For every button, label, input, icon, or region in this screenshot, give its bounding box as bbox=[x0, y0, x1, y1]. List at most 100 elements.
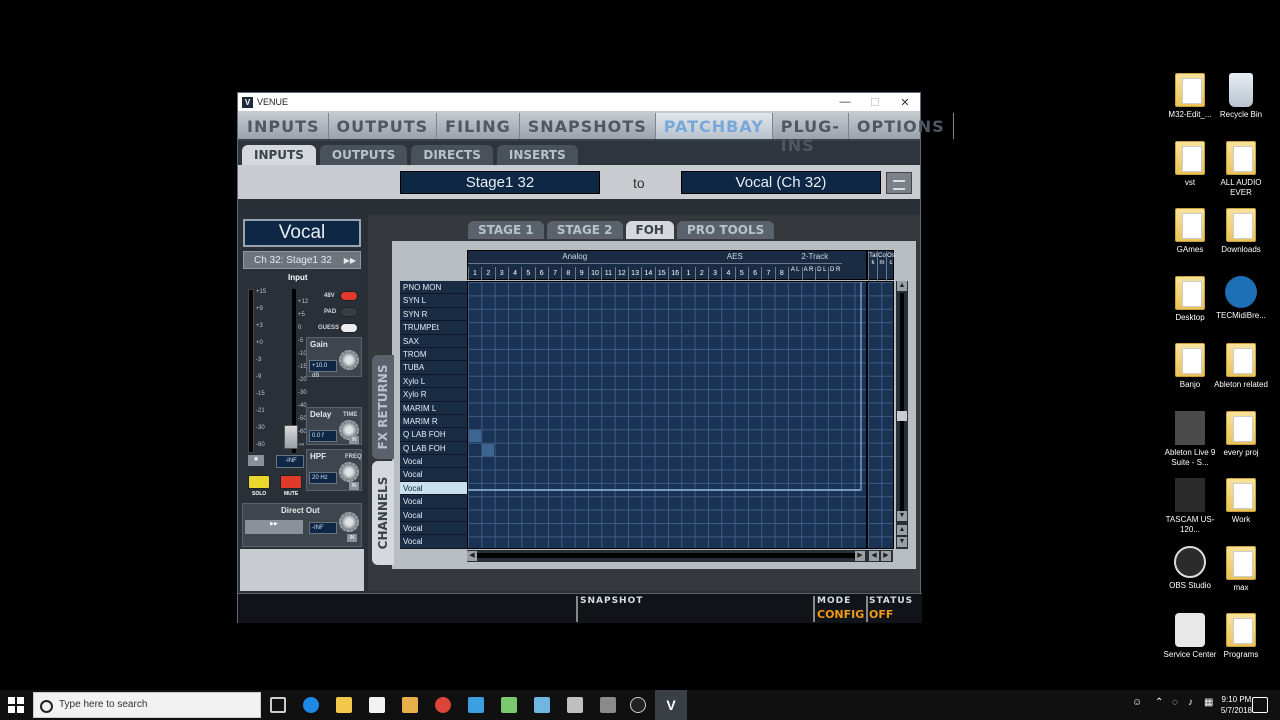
window-app-icon[interactable] bbox=[534, 697, 550, 713]
obs-taskbar-icon[interactable] bbox=[630, 697, 646, 713]
column-number[interactable]: 12 bbox=[614, 267, 628, 280]
row-label[interactable]: Q LAB FOH bbox=[400, 441, 467, 456]
scroll-left-icon[interactable]: ◀ bbox=[467, 551, 477, 561]
row-label[interactable]: Vocal bbox=[400, 481, 467, 496]
column-number[interactable]: 4 bbox=[721, 267, 734, 280]
column-number[interactable]: 1 bbox=[468, 267, 481, 280]
solo-button[interactable] bbox=[248, 475, 270, 489]
column-number[interactable]: 8 bbox=[774, 267, 788, 280]
row-label[interactable]: Xylo R bbox=[400, 388, 467, 402]
column-number[interactable]: 14 bbox=[641, 267, 654, 280]
hpf-in-button[interactable]: IN bbox=[349, 482, 359, 490]
column-number[interactable]: A R bbox=[801, 267, 815, 280]
route-destination-field[interactable]: Vocal (Ch 32) bbox=[681, 171, 881, 194]
channel-name[interactable]: Vocal bbox=[243, 219, 361, 247]
desktop-icon[interactable]: Recycle Bin bbox=[1209, 73, 1273, 120]
tab-inputs[interactable]: INPUTS bbox=[239, 113, 329, 139]
side-column-label[interactable]: Osc bbox=[886, 251, 895, 281]
taskbar-search-input[interactable]: Type here to search bbox=[33, 692, 261, 718]
tab-filing[interactable]: FILING bbox=[437, 113, 520, 139]
scroll-left-step-icon[interactable]: ◀ bbox=[869, 551, 879, 561]
tab-stage-1[interactable]: STAGE 1 bbox=[468, 221, 544, 239]
volume-icon[interactable]: ♪ bbox=[1188, 697, 1204, 713]
column-number[interactable]: 6 bbox=[748, 267, 761, 280]
people-icon[interactable]: ☺ bbox=[1132, 697, 1148, 713]
row-label[interactable]: Q LAB FOH bbox=[400, 428, 467, 442]
tab-foh[interactable]: FOH bbox=[625, 221, 674, 239]
venue-taskbar-icon[interactable]: V bbox=[655, 690, 687, 720]
direct-out-in-button[interactable]: IN bbox=[347, 534, 357, 542]
vertical-scrollbar[interactable]: ▲ ▼ ▲ ▼ bbox=[896, 281, 908, 549]
subtab-inserts[interactable]: INSERTS bbox=[496, 145, 578, 165]
column-number[interactable]: 16 bbox=[668, 267, 681, 280]
desktop-icon[interactable]: max bbox=[1209, 545, 1273, 593]
patch-point[interactable] bbox=[482, 443, 495, 456]
media-player-icon[interactable] bbox=[402, 697, 418, 713]
column-number[interactable]: 10 bbox=[588, 267, 601, 280]
column-number[interactable]: 2 bbox=[694, 267, 708, 280]
hpf-knob[interactable] bbox=[339, 462, 359, 482]
row-label[interactable]: Vocal bbox=[400, 468, 467, 482]
row-label[interactable]: Xylo L bbox=[400, 374, 467, 389]
tab-plug-ins[interactable]: PLUG-INS bbox=[773, 113, 849, 155]
network-icon[interactable]: ◌ bbox=[1172, 697, 1188, 713]
channel-fader[interactable] bbox=[284, 425, 298, 449]
row-label[interactable]: SAX bbox=[400, 334, 467, 348]
minimize-button[interactable]: — bbox=[830, 96, 860, 109]
patch-matrix[interactable] bbox=[467, 281, 867, 549]
row-label[interactable]: Vocal bbox=[400, 508, 467, 523]
column-number[interactable]: 7 bbox=[548, 267, 561, 280]
patch-point[interactable] bbox=[469, 430, 481, 443]
column-number[interactable]: 13 bbox=[628, 267, 641, 280]
gain-knob[interactable] bbox=[339, 350, 359, 370]
row-label[interactable]: SYN R bbox=[400, 307, 467, 322]
row-label[interactable]: MARIM R bbox=[400, 414, 467, 429]
meter-camera-icon[interactable]: ◉ bbox=[248, 455, 264, 466]
scroll-right-step-icon[interactable]: ▶ bbox=[881, 551, 891, 561]
column-number[interactable]: 4 bbox=[508, 267, 521, 280]
row-label[interactable]: SYN L bbox=[400, 294, 467, 308]
column-number[interactable]: 5 bbox=[734, 267, 748, 280]
side-tab-channels[interactable]: CHANNELS bbox=[372, 461, 394, 565]
row-label[interactable]: PNO MON bbox=[400, 281, 467, 295]
scroll-thumb[interactable] bbox=[897, 411, 907, 421]
tab-patchbay[interactable]: PATCHBAY bbox=[655, 113, 773, 139]
side-tab-fx-returns[interactable]: FX RETURNS bbox=[372, 355, 394, 459]
column-number[interactable]: A L bbox=[788, 267, 801, 280]
edge-browser-icon[interactable] bbox=[303, 697, 319, 713]
direct-out-knob[interactable] bbox=[339, 512, 359, 532]
desktop-icon[interactable]: ALL AUDIO EVER bbox=[1209, 140, 1273, 198]
tab-stage-2[interactable]: STAGE 2 bbox=[546, 221, 623, 239]
desktop-icon[interactable]: Ableton related bbox=[1209, 343, 1273, 390]
desktop-icon[interactable]: TECMidiBre... bbox=[1209, 275, 1273, 321]
scroll-down-icon[interactable]: ▼ bbox=[897, 511, 907, 521]
side-column-label[interactable]: Com bbox=[877, 251, 886, 281]
row-label[interactable]: MARIM L bbox=[400, 401, 467, 415]
column-number[interactable]: 11 bbox=[601, 267, 614, 280]
scroll-down-step-icon[interactable]: ▼ bbox=[897, 537, 907, 547]
route-menu-button[interactable] bbox=[886, 172, 912, 194]
row-label[interactable]: TROM bbox=[400, 347, 467, 362]
tab-outputs[interactable]: OUTPUTS bbox=[329, 113, 438, 139]
side-matrix[interactable] bbox=[867, 281, 894, 549]
column-number[interactable]: 9 bbox=[574, 267, 588, 280]
column-number[interactable]: 8 bbox=[561, 267, 574, 280]
route-source-field[interactable]: Stage1 32 bbox=[400, 171, 600, 194]
tab-snapshots[interactable]: SNAPSHOTS bbox=[520, 113, 656, 139]
column-number[interactable]: 3 bbox=[494, 267, 508, 280]
close-button[interactable]: ✕ bbox=[890, 96, 920, 109]
chrome-icon[interactable] bbox=[435, 697, 451, 713]
subtab-outputs[interactable]: OUTPUTS bbox=[319, 145, 408, 165]
direct-out-assign[interactable]: ▶▶ bbox=[245, 520, 303, 534]
notifications-icon[interactable] bbox=[1252, 697, 1268, 713]
guess-button[interactable] bbox=[340, 323, 358, 333]
title-bar[interactable]: V VENUE — ☐ ✕ bbox=[238, 93, 920, 111]
windows-start-icon[interactable] bbox=[8, 697, 24, 713]
tray-chevron-icon[interactable]: ⌃ bbox=[1155, 697, 1171, 713]
column-number[interactable]: D L bbox=[814, 267, 828, 280]
file-explorer-icon[interactable] bbox=[336, 697, 352, 713]
audio-app-icon[interactable] bbox=[501, 697, 517, 713]
phantom-power-button[interactable] bbox=[340, 291, 358, 301]
settings-app-icon[interactable] bbox=[600, 697, 616, 713]
mute-button[interactable] bbox=[280, 475, 302, 489]
